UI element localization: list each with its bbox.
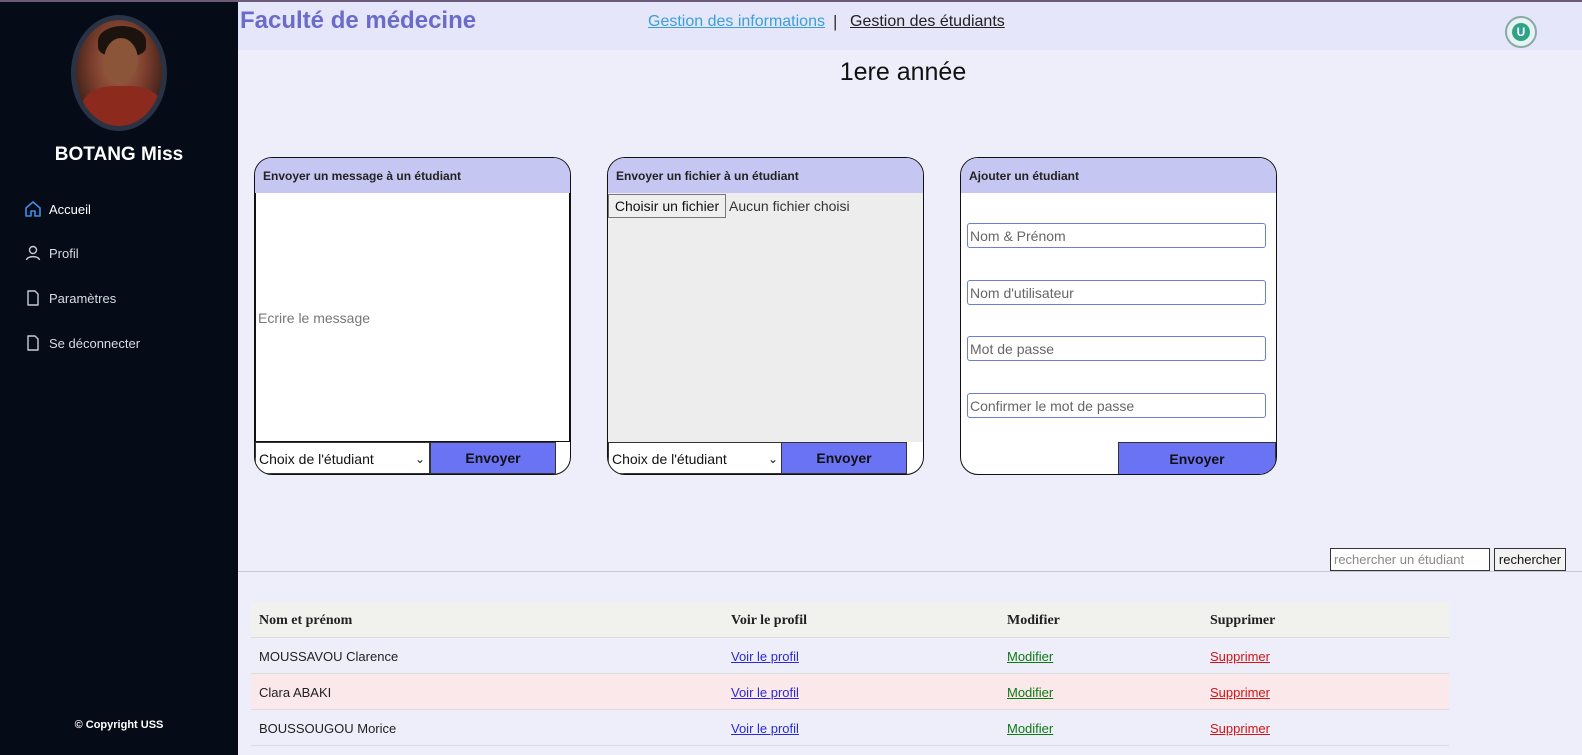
add-student-card: Ajouter un étudiant Nom & Prénom Nom d'u… xyxy=(960,157,1277,475)
choose-file-button[interactable]: Choisir un fichier xyxy=(608,194,726,218)
file-icon xyxy=(24,334,42,352)
card-title: Envoyer un message à un étudiant xyxy=(255,158,570,193)
table-header-row: Nom et prénom Voir le profil Modifier Su… xyxy=(251,602,1449,638)
column-header: Voir le profil xyxy=(731,613,807,628)
chevron-down-icon: ⌄ xyxy=(767,452,778,466)
confirm-password-field[interactable]: Confirmer le mot de passe xyxy=(967,393,1266,418)
chevron-down-icon: ⌄ xyxy=(414,452,425,466)
students-table: Nom et prénom Voir le profil Modifier Su… xyxy=(251,602,1449,746)
edit-link[interactable]: Modifier xyxy=(1007,721,1053,736)
select-value: Choix de l'étudiant xyxy=(612,451,727,467)
column-header: Nom et prénom xyxy=(259,613,353,628)
nav-link-informations[interactable]: Gestion des informations xyxy=(648,13,825,31)
header: Faculté de médecine Gestion des informat… xyxy=(238,2,1582,50)
view-profile-link[interactable]: Voir le profil xyxy=(731,721,799,736)
file-area: Choisir un fichier Aucun fichier choisi xyxy=(608,193,923,442)
add-student-button[interactable]: Envoyer xyxy=(1118,442,1276,474)
sidebar-item-label: Profil xyxy=(49,245,79,261)
search-input[interactable]: rechercher un étudiant xyxy=(1330,548,1490,571)
brand-title: Faculté de médecine xyxy=(240,7,477,34)
card-title: Ajouter un étudiant xyxy=(961,158,1276,193)
student-name: BOUSSOUGOU Morice xyxy=(259,721,397,736)
message-textarea[interactable]: Ecrire le message xyxy=(255,193,570,442)
message-placeholder: Ecrire le message xyxy=(258,310,371,326)
send-message-button[interactable]: Envoyer xyxy=(430,442,556,474)
student-name: Clara ABAKI xyxy=(259,685,332,700)
table-row: BOUSSOUGOU Morice Voir le profil Modifie… xyxy=(251,710,1449,746)
password-field[interactable]: Mot de passe xyxy=(967,336,1266,361)
send-file-button[interactable]: Envoyer xyxy=(781,442,907,474)
username-field[interactable]: Nom d'utilisateur xyxy=(967,280,1266,305)
sidebar: BOTANG Miss Accueil Profil Paramètres Se… xyxy=(0,2,238,755)
no-file-label: Aucun fichier choisi xyxy=(729,198,850,214)
student-select[interactable]: Choix de l'étudiant ⌄ xyxy=(255,442,430,474)
student-select[interactable]: Choix de l'étudiant ⌄ xyxy=(608,442,783,474)
username: BOTANG Miss xyxy=(54,144,184,165)
page-title: 1ere année xyxy=(839,58,967,86)
column-header: Modifier xyxy=(1007,613,1060,628)
sidebar-item-label: Accueil xyxy=(49,201,91,217)
search-button[interactable]: rechercher xyxy=(1494,548,1566,571)
nav-separator: | xyxy=(833,12,838,31)
edit-link[interactable]: Modifier xyxy=(1007,649,1053,664)
edit-link[interactable]: Modifier xyxy=(1007,685,1053,700)
table-row: MOUSSAVOU Clarence Voir le profil Modifi… xyxy=(251,638,1449,674)
delete-link[interactable]: Supprimer xyxy=(1210,721,1270,736)
university-logo: U xyxy=(1505,16,1537,48)
student-name: MOUSSAVOU Clarence xyxy=(259,649,399,664)
card-title: Envoyer un fichier à un étudiant xyxy=(608,158,923,193)
user-icon xyxy=(24,244,42,262)
home-icon xyxy=(24,200,42,218)
send-message-card: Envoyer un message à un étudiant Ecrire … xyxy=(254,157,571,475)
view-profile-link[interactable]: Voir le profil xyxy=(731,685,799,700)
column-header: Supprimer xyxy=(1210,613,1276,628)
sidebar-item-accueil[interactable]: Accueil xyxy=(24,198,91,220)
nav-link-etudiants[interactable]: Gestion des étudiants xyxy=(850,13,1005,31)
view-profile-link[interactable]: Voir le profil xyxy=(731,649,799,664)
sidebar-item-label: Paramètres xyxy=(49,290,117,306)
send-file-card: Envoyer un fichier à un étudiant Choisir… xyxy=(607,157,924,475)
select-value: Choix de l'étudiant xyxy=(259,451,374,467)
sidebar-item-profil[interactable]: Profil xyxy=(24,242,79,264)
file-icon xyxy=(24,289,42,307)
sidebar-item-deconnecter[interactable]: Se déconnecter xyxy=(24,332,140,354)
delete-link[interactable]: Supprimer xyxy=(1210,649,1270,664)
sidebar-item-parametres[interactable]: Paramètres xyxy=(24,287,116,309)
copyright: © Copyright USS xyxy=(74,719,164,731)
divider xyxy=(238,571,1582,572)
logo-letter: U xyxy=(1512,23,1530,41)
sidebar-item-label: Se déconnecter xyxy=(49,335,141,351)
table-row: Clara ABAKI Voir le profil Modifier Supp… xyxy=(251,674,1449,710)
avatar xyxy=(71,15,167,131)
fullname-field[interactable]: Nom & Prénom xyxy=(967,223,1266,248)
delete-link[interactable]: Supprimer xyxy=(1210,685,1270,700)
